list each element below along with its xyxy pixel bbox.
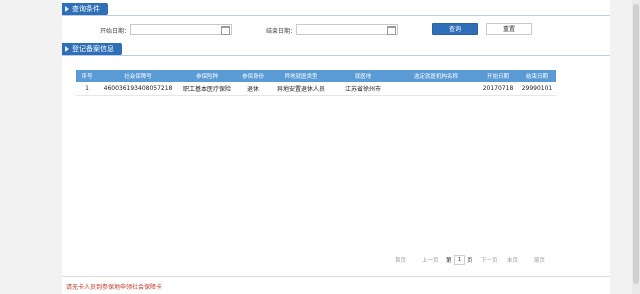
pager-next[interactable]: 下一页	[481, 256, 498, 264]
cell-start-date: 20170718	[478, 82, 518, 96]
column-header: 社会保障号	[98, 70, 178, 82]
records-table: 序号 社会保障号 参保险种 参保身份 异地就医类型 就医地 选定就医机构名称 开…	[76, 70, 556, 96]
footer-notice: 请无卡人员到参保地申领社会保障卡	[66, 284, 163, 291]
column-header: 选定就医机构名称	[394, 70, 478, 82]
end-date-label: 结束日期：	[266, 28, 297, 35]
column-header: 结束日期	[518, 70, 556, 82]
cell-insurance-type: 职工基本医疗保险	[178, 82, 236, 96]
pager-page-input[interactable]: 1	[454, 255, 465, 265]
records-section-divider	[62, 55, 610, 56]
column-header: 异地就医类型	[270, 70, 332, 82]
end-date-input[interactable]	[296, 24, 398, 35]
cell-remote-type: 异地安置退休人员	[270, 82, 332, 96]
column-header: 参保身份	[236, 70, 270, 82]
calendar-icon[interactable]	[221, 26, 230, 35]
column-header: 序号	[76, 70, 98, 82]
records-section-title: 登记备案信息	[62, 43, 122, 55]
footer-divider	[62, 276, 610, 277]
pager-first[interactable]: 首页	[395, 256, 406, 264]
table-row[interactable]: 1 460036193408057218 职工基本医疗保险 退休 异地安置退休人…	[76, 82, 556, 96]
cell-location: 江苏省徐州市	[332, 82, 394, 96]
pager-prev[interactable]: 上一页	[422, 256, 439, 264]
pager-page-suffix: 页	[467, 258, 473, 264]
start-date-label: 开始日期：	[100, 28, 131, 35]
cell-index: 1	[76, 82, 98, 96]
query-section-title: 查询条件	[62, 3, 108, 15]
query-section-divider	[62, 15, 610, 16]
cell-ssn: 460036193408057218	[98, 82, 178, 96]
cell-institution	[394, 82, 478, 96]
page: 查询条件 开始日期： 结束日期： 查询 重置 登记备案信息 序号 社会保障号 参…	[0, 0, 640, 294]
column-header: 参保险种	[178, 70, 236, 82]
calendar-icon[interactable]	[387, 26, 396, 35]
pager-last[interactable]: 尾页	[534, 256, 545, 264]
scroll-thumb[interactable]	[633, 4, 639, 284]
search-button[interactable]: 查询	[432, 23, 478, 35]
vertical-scrollbar[interactable]	[632, 0, 640, 294]
column-header: 就医地	[332, 70, 394, 82]
cell-end-date: 29990101	[518, 82, 556, 96]
column-header: 开始日期	[478, 70, 518, 82]
pager-page-prefix: 第	[446, 258, 452, 264]
content-panel	[62, 0, 610, 294]
cell-identity: 退休	[236, 82, 270, 96]
table-header-row: 序号 社会保障号 参保险种 参保身份 异地就医类型 就医地 选定就医机构名称 开…	[76, 70, 556, 82]
reset-button[interactable]: 重置	[486, 23, 532, 35]
pager-end[interactable]: 末页	[507, 256, 518, 264]
start-date-input[interactable]	[130, 24, 232, 35]
